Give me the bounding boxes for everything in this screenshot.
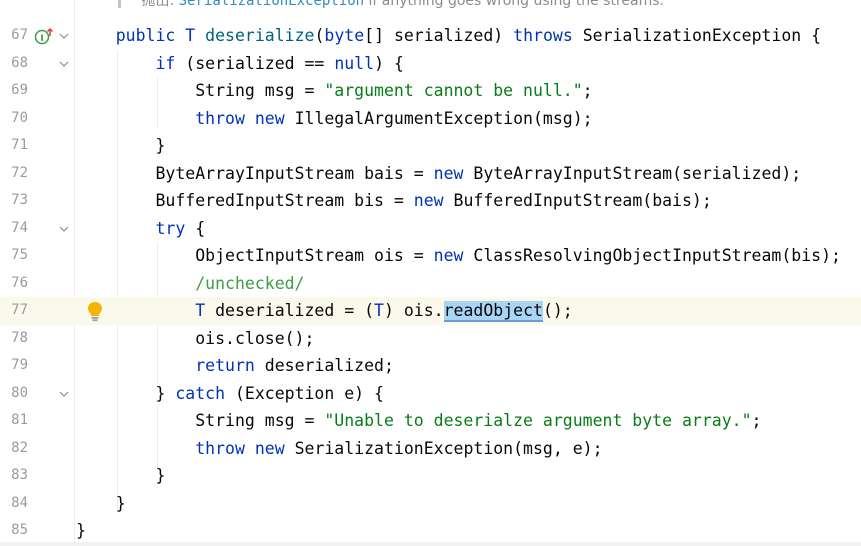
- doc-text: if anything goes wrong using the streams…: [368, 0, 664, 8]
- line-number[interactable]: 79: [0, 352, 28, 380]
- line-number[interactable]: 67: [0, 22, 28, 50]
- implementing-method-icon[interactable]: I: [34, 27, 54, 45]
- code-text: throw new SerializationException(msg, e)…: [195, 438, 603, 458]
- code-line-84[interactable]: 84 }: [0, 490, 861, 518]
- code-text: T deserialized = (T) ois.readObject();: [195, 301, 573, 322]
- code-text: }: [155, 466, 166, 485]
- code-text: ois.close();: [195, 328, 315, 348]
- line-number[interactable]: 85: [0, 517, 28, 545]
- line-number[interactable]: 75: [0, 242, 28, 270]
- selected-identifier[interactable]: readObject: [443, 301, 543, 322]
- code-line-72[interactable]: 72 ByteArrayInputStream bais = new ByteA…: [0, 160, 861, 188]
- code-text: return deserialized;: [195, 356, 394, 375]
- code-line-71[interactable]: 71 }: [0, 132, 861, 160]
- chevron-down-icon[interactable]: [58, 58, 70, 70]
- line-number[interactable]: 83: [0, 462, 28, 490]
- code-line-75[interactable]: 75 ObjectInputStream ois = new ClassReso…: [0, 242, 861, 270]
- doc-prefix: 抛出:: [141, 0, 175, 8]
- code-text: /unchecked/: [195, 273, 305, 293]
- line-number[interactable]: 80: [0, 380, 28, 408]
- line-number[interactable]: 74: [0, 215, 28, 243]
- code-text: throw new IllegalArgumentException(msg);: [195, 108, 593, 128]
- code-line-81[interactable]: 81 String msg = "Unable to deserialze ar…: [0, 407, 861, 435]
- svg-text:I: I: [40, 34, 43, 44]
- code-line-67[interactable]: 67 I public T deserialize(byte[] seriali…: [0, 22, 861, 50]
- chevron-down-icon[interactable]: [58, 388, 70, 400]
- code-line-82[interactable]: 82 throw new SerializationException(msg,…: [0, 435, 861, 463]
- line-number[interactable]: 82: [0, 435, 28, 463]
- editor-bottom-edge: [0, 542, 861, 546]
- line-number[interactable]: 76: [0, 270, 28, 298]
- code-line-74[interactable]: 74 try {: [0, 215, 861, 243]
- doc-bar: [118, 0, 121, 8]
- code-text: ByteArrayInputStream bais = new ByteArra…: [155, 163, 802, 183]
- line-number[interactable]: 84: [0, 490, 28, 518]
- code-line-69[interactable]: 69 String msg = "argument cannot be null…: [0, 77, 861, 105]
- line-number[interactable]: 68: [0, 50, 28, 78]
- code-line-73[interactable]: 73 BufferedInputStream bis = new Buffere…: [0, 187, 861, 215]
- code-text: if (serialized == null) {: [155, 53, 404, 73]
- line-number[interactable]: 73: [0, 187, 28, 215]
- code-text: try {: [155, 218, 206, 238]
- code-text: }: [76, 521, 86, 540]
- code-line-68[interactable]: 68 if (serialized == null) {: [0, 50, 861, 78]
- code-line-77[interactable]: 77 T deserialized = (T) ois.readObject()…: [0, 297, 861, 325]
- code-line-80[interactable]: 80 } catch (Exception e) {: [0, 380, 861, 408]
- code-editor[interactable]: 抛出: SerializationException if anything g…: [0, 0, 861, 546]
- code-text: BufferedInputStream bis = new BufferedIn…: [155, 191, 712, 210]
- code-text: } catch (Exception e) {: [155, 383, 384, 403]
- chevron-down-icon[interactable]: [58, 223, 70, 235]
- line-number[interactable]: 69: [0, 77, 28, 105]
- javadoc-hint: 抛出: SerializationException if anything g…: [118, 0, 861, 8]
- code-line-70[interactable]: 70 throw new IllegalArgumentException(ms…: [0, 105, 861, 133]
- code-text: String msg = "Unable to deserialze argum…: [195, 411, 762, 430]
- chevron-down-icon[interactable]: [58, 30, 70, 42]
- code-line-85[interactable]: 85 }: [0, 517, 861, 545]
- code-line-79[interactable]: 79 return deserialized;: [0, 352, 861, 380]
- code-text: public T deserialize(byte[] serialized) …: [115, 26, 822, 45]
- code-line-76[interactable]: 76 /unchecked/: [0, 270, 861, 298]
- line-number[interactable]: 78: [0, 325, 28, 353]
- code-text: }: [115, 493, 126, 513]
- code-text: }: [155, 136, 166, 155]
- line-number[interactable]: 72: [0, 160, 28, 188]
- line-number[interactable]: 77: [0, 297, 28, 325]
- line-number[interactable]: 70: [0, 105, 28, 133]
- code-line-78[interactable]: 78 ois.close();: [0, 325, 861, 353]
- doc-exception: SerializationException: [178, 0, 365, 8]
- line-number[interactable]: 71: [0, 132, 28, 160]
- code-line-83[interactable]: 83 }: [0, 462, 861, 490]
- code-text: ObjectInputStream ois = new ClassResolvi…: [195, 246, 841, 265]
- line-number[interactable]: 81: [0, 407, 28, 435]
- code-text: String msg = "argument cannot be null.";: [195, 81, 593, 100]
